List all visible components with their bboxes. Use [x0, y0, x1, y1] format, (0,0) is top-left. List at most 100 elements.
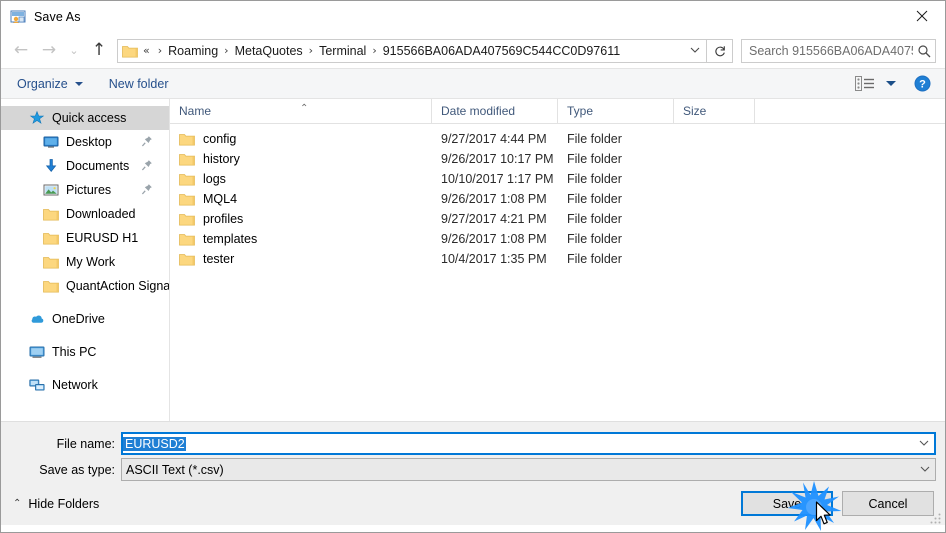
- forward-button[interactable]: →: [35, 38, 63, 64]
- navigation-pane: Quick access Desktop Documents Pictures …: [1, 99, 170, 421]
- search-input[interactable]: Search 915566BA06ADA40756...: [742, 44, 913, 58]
- table-row[interactable]: config 9/27/2017 4:44 PM File folder: [170, 129, 945, 149]
- star-icon: [29, 110, 45, 126]
- chevron-down-icon: [74, 81, 83, 86]
- breadcrumb-roaming[interactable]: Roaming: [168, 44, 218, 58]
- file-name-input[interactable]: EURUSD2: [121, 432, 936, 455]
- breadcrumb-separator: ›: [308, 44, 314, 57]
- up-arrow-icon: ↑: [91, 40, 107, 60]
- save-as-type-label: Save as type:: [39, 462, 115, 477]
- table-row[interactable]: history 9/26/2017 10:17 PM File folder: [170, 149, 945, 169]
- sort-ascending-icon: ⌃: [300, 103, 309, 114]
- forward-arrow-icon: →: [41, 40, 57, 60]
- address-bar[interactable]: « › Roaming › MetaQuotes › Terminal › 91…: [117, 38, 707, 63]
- file-type: File folder: [567, 172, 622, 186]
- file-date: 9/27/2017 4:21 PM: [441, 212, 547, 226]
- table-row[interactable]: profiles 9/27/2017 4:21 PM File folder: [170, 209, 945, 229]
- help-button[interactable]: ?: [914, 75, 931, 92]
- cancel-button[interactable]: Cancel: [842, 491, 934, 516]
- file-name-cell: MQL4: [170, 192, 432, 206]
- sidebar-item-eurusd-h1[interactable]: EURUSD H1: [1, 226, 169, 250]
- breadcrumb-terminal[interactable]: Terminal: [319, 44, 366, 58]
- folder-icon: [43, 254, 59, 270]
- resize-grip[interactable]: [930, 511, 942, 524]
- search-box[interactable]: Search 915566BA06ADA40756...: [741, 38, 936, 63]
- file-type: File folder: [567, 152, 622, 166]
- sidebar-item-desktop[interactable]: Desktop: [1, 130, 169, 154]
- sidebar-item-quick-access[interactable]: Quick access: [1, 106, 169, 130]
- pin-icon[interactable]: [141, 183, 153, 196]
- dialog-footer: ⌃ Hide Folders Save Cancel: [1, 482, 945, 525]
- file-type: File folder: [567, 132, 622, 146]
- sidebar-item-label: This PC: [52, 345, 97, 359]
- thispc-icon: [29, 344, 45, 360]
- save-form: File name: EURUSD2 Save as type: ASCII T…: [1, 421, 945, 482]
- pin-icon[interactable]: [141, 135, 153, 148]
- folder-icon: [43, 230, 59, 246]
- hide-folders-label: Hide Folders: [28, 496, 100, 511]
- sidebar-item-label: Quick access: [52, 111, 127, 125]
- sidebar-item-my-work[interactable]: My Work: [1, 250, 169, 274]
- save-as-type-select[interactable]: ASCII Text (*.csv): [121, 458, 936, 481]
- breadcrumb-metaquotes[interactable]: MetaQuotes: [235, 44, 303, 58]
- file-name-cell: logs: [170, 172, 432, 186]
- sidebar-item-downloaded[interactable]: Downloaded: [1, 202, 169, 226]
- up-button[interactable]: ↑: [85, 38, 113, 64]
- documents-icon: [43, 158, 59, 174]
- save-as-dialog: Save As ← → ⌄ ↑ « › Roaming › MetaQuotes…: [0, 0, 946, 533]
- close-button[interactable]: [899, 1, 945, 31]
- sidebar-item-label: Documents: [66, 159, 130, 173]
- pin-icon[interactable]: [141, 159, 153, 172]
- folder-icon: [179, 192, 195, 206]
- file-name-value: EURUSD2: [123, 436, 186, 451]
- title-bar: Save As: [1, 1, 945, 33]
- file-name: logs: [203, 172, 226, 186]
- hide-folders-button[interactable]: ⌃ Hide Folders: [13, 497, 99, 511]
- view-dropdown-icon[interactable]: [886, 81, 896, 86]
- file-name-label: File name:: [56, 436, 115, 451]
- table-row[interactable]: templates 9/26/2017 1:08 PM File folder: [170, 229, 945, 249]
- file-name: templates: [203, 232, 258, 246]
- breadcrumb-current-folder[interactable]: 915566BA06ADA407569C544CC0D97611: [383, 44, 620, 58]
- sidebar-item-documents[interactable]: Documents: [1, 154, 169, 178]
- folder-icon: [179, 252, 195, 266]
- view-layout-icon[interactable]: [855, 76, 877, 92]
- sidebar-item-label: Pictures: [66, 183, 112, 197]
- file-name: profiles: [203, 212, 244, 226]
- sidebar-item-label: My Work: [66, 255, 116, 269]
- recent-locations-button[interactable]: ⌄: [63, 38, 85, 64]
- new-folder-button[interactable]: New folder: [109, 77, 169, 91]
- file-name-cell: config: [170, 132, 432, 146]
- sidebar-item-network[interactable]: Network: [1, 373, 169, 397]
- save-button[interactable]: Save: [741, 491, 833, 516]
- sidebar-item-this-pc[interactable]: This PC: [1, 340, 169, 364]
- table-row[interactable]: MQL4 9/26/2017 1:08 PM File folder: [170, 189, 945, 209]
- file-name-row: File name: EURUSD2: [1, 432, 945, 455]
- refresh-button[interactable]: [707, 38, 733, 63]
- column-header-size[interactable]: Size: [674, 99, 755, 123]
- chevron-down-icon[interactable]: [914, 440, 934, 447]
- table-row[interactable]: logs 10/10/2017 1:17 PM File folder: [170, 169, 945, 189]
- column-header-name[interactable]: Name ⌃: [170, 99, 432, 123]
- sidebar-item-label: Network: [52, 378, 98, 392]
- breadcrumb-separator: ›: [157, 44, 163, 57]
- column-header-type[interactable]: Type: [558, 99, 674, 123]
- organize-button[interactable]: Organize: [17, 77, 83, 91]
- file-list: Name ⌃ Date modified Type Size config 9/…: [170, 99, 945, 421]
- sidebar-item-label: Desktop: [66, 135, 112, 149]
- column-header-date-modified[interactable]: Date modified: [432, 99, 558, 123]
- sidebar-item-pictures[interactable]: Pictures: [1, 178, 169, 202]
- sidebar-item-onedrive[interactable]: OneDrive: [1, 307, 169, 331]
- breadcrumb-overflow-icon[interactable]: «: [143, 44, 152, 57]
- save-as-type-row: Save as type: ASCII Text (*.csv): [1, 458, 945, 481]
- command-toolbar: Organize New folder ?: [1, 68, 945, 99]
- chevron-down-icon[interactable]: [915, 466, 935, 473]
- back-button[interactable]: ←: [7, 38, 35, 64]
- file-name: config: [203, 132, 237, 146]
- address-dropdown-button[interactable]: [684, 40, 706, 62]
- table-row[interactable]: tester 10/4/2017 1:35 PM File folder: [170, 249, 945, 269]
- sidebar-item-quantaction-signal[interactable]: QuantAction Signal: [1, 274, 169, 298]
- file-name-cell: profiles: [170, 212, 432, 226]
